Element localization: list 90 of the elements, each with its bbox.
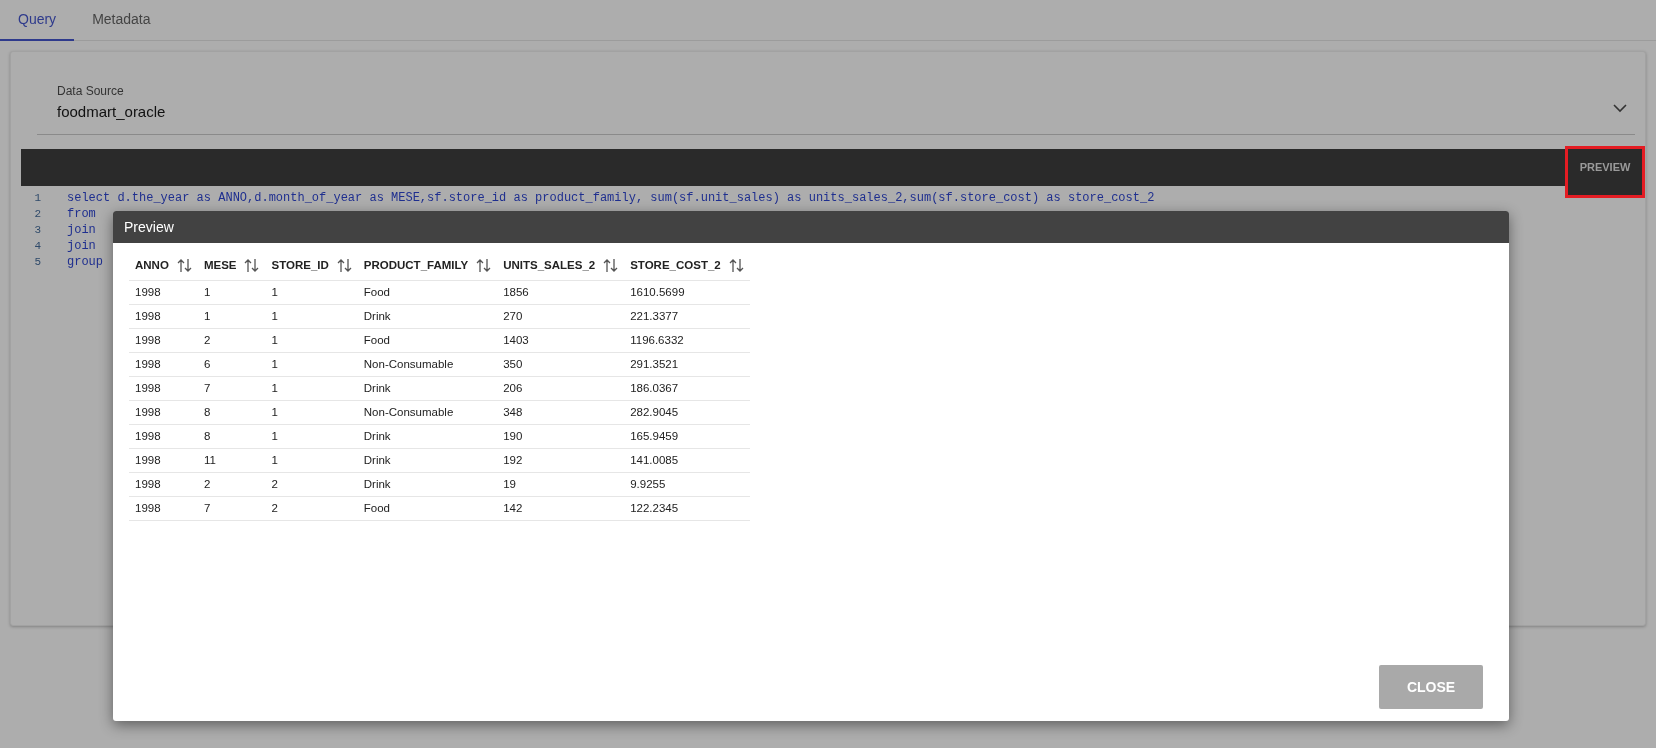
table-cell: 282.9045 — [624, 400, 750, 425]
code-line: group — [67, 254, 103, 270]
table-cell: 1 — [265, 376, 358, 401]
table-cell: 270 — [497, 304, 625, 329]
table-cell: Drink — [357, 424, 498, 449]
table-cell: 1998 — [129, 280, 198, 305]
table-cell: 206 — [497, 376, 625, 401]
table-cell: Food — [357, 328, 498, 353]
table-cell: 1998 — [129, 496, 198, 521]
column-header[interactable]: UNITS_SALES_2 — [503, 259, 596, 271]
column-header[interactable]: STORE_COST_2 — [630, 259, 721, 271]
code-line: join — [67, 222, 96, 238]
table-cell: 1998 — [129, 304, 198, 329]
table-cell: 221.3377 — [624, 304, 750, 329]
sort-icon[interactable] — [244, 258, 260, 274]
column-header[interactable]: STORE_ID — [271, 259, 329, 271]
table-cell: 8 — [197, 400, 266, 425]
table-cell: 1998 — [129, 424, 198, 449]
table-cell: 1998 — [129, 472, 198, 497]
table-cell: 141.0085 — [624, 448, 750, 473]
line-number: 1 — [33, 191, 42, 206]
table-cell: 348 — [497, 400, 625, 425]
tab[interactable]: Metadata — [74, 0, 169, 41]
line-number: 3 — [33, 223, 42, 238]
table-cell: Drink — [357, 448, 498, 473]
table-cell: Food — [357, 280, 498, 305]
table-cell: 122.2345 — [624, 496, 750, 521]
table-cell: 190 — [497, 424, 625, 449]
line-number: 2 — [33, 207, 42, 222]
table-cell: 291.3521 — [624, 352, 750, 377]
table-cell: 1 — [265, 352, 358, 377]
column-header[interactable]: ANNO — [135, 259, 169, 271]
table-cell: Food — [357, 496, 498, 521]
table-cell: 1 — [197, 280, 266, 305]
table-cell: 1 — [265, 280, 358, 305]
table-cell: 1998 — [129, 400, 198, 425]
table-cell: 165.9459 — [624, 424, 750, 449]
table-cell: 1 — [265, 448, 358, 473]
table-cell: 1610.5699 — [624, 280, 750, 305]
table-cell: 1998 — [129, 328, 198, 353]
sort-icon[interactable] — [176, 258, 192, 274]
table-cell: 2 — [197, 472, 266, 497]
table-cell: 1998 — [129, 352, 198, 377]
code-line: select d.the_year as ANNO,d.month_of_year as MESE,sf.store_id as product_family, sum(sf.unit_sales) as units_sales_2,sum(sf.store_cost) as store_cost_2 — [67, 190, 1155, 206]
table-cell: 186.0367 — [624, 376, 750, 401]
table-cell: 1998 — [129, 376, 198, 401]
sort-icon[interactable] — [728, 258, 744, 274]
table-cell: 6 — [197, 352, 266, 377]
table-cell: 1 — [265, 424, 358, 449]
field-label: Data Source — [57, 83, 125, 100]
table-cell: 1998 — [129, 448, 198, 473]
table-cell: 2 — [265, 496, 358, 521]
table-cell: 8 — [197, 424, 266, 449]
line-number: 5 — [33, 255, 42, 270]
table-cell: 19 — [497, 472, 625, 497]
table-cell: Drink — [357, 376, 498, 401]
table-cell: 1403 — [497, 328, 625, 353]
table-cell: 2 — [197, 328, 266, 353]
select-value: foodmart_oracle — [57, 102, 166, 122]
sort-icon[interactable] — [476, 258, 492, 274]
table-cell: 9.9255 — [624, 472, 750, 497]
table-cell: Drink — [357, 472, 498, 497]
sort-icon[interactable] — [336, 258, 352, 274]
column-header[interactable]: MESE — [203, 259, 237, 271]
table-cell: 350 — [497, 352, 625, 377]
table-cell: 11 — [197, 448, 266, 473]
table-cell: 1 — [197, 304, 266, 329]
preview-button[interactable]: PREVIEW — [1565, 146, 1645, 198]
code-line: from — [67, 206, 96, 222]
column-header[interactable]: PRODUCT_FAMILY — [363, 259, 469, 271]
chevron-down-icon — [1613, 104, 1627, 113]
table-cell: 2 — [265, 472, 358, 497]
line-number: 4 — [33, 239, 42, 254]
dialog-title: Preview — [113, 211, 1509, 243]
table-cell: 142 — [497, 496, 625, 521]
table-cell: Drink — [357, 304, 498, 329]
sort-icon[interactable] — [603, 258, 619, 274]
tab[interactable]: Query — [0, 0, 75, 41]
data-source-select[interactable]: Data Source foodmart_oracle — [37, 82, 1635, 135]
table-cell: 7 — [197, 496, 266, 521]
table-cell: 1 — [265, 328, 358, 353]
code-line: join — [67, 238, 96, 254]
table-cell: 1 — [265, 304, 358, 329]
table-cell: Non-Consumable — [357, 352, 498, 377]
table-cell: Non-Consumable — [357, 400, 498, 425]
table-cell: 1856 — [497, 280, 625, 305]
table-cell: 1 — [265, 400, 358, 425]
table-cell: 1196.6332 — [624, 328, 750, 353]
table-cell: 192 — [497, 448, 625, 473]
table-cell: 7 — [197, 376, 266, 401]
